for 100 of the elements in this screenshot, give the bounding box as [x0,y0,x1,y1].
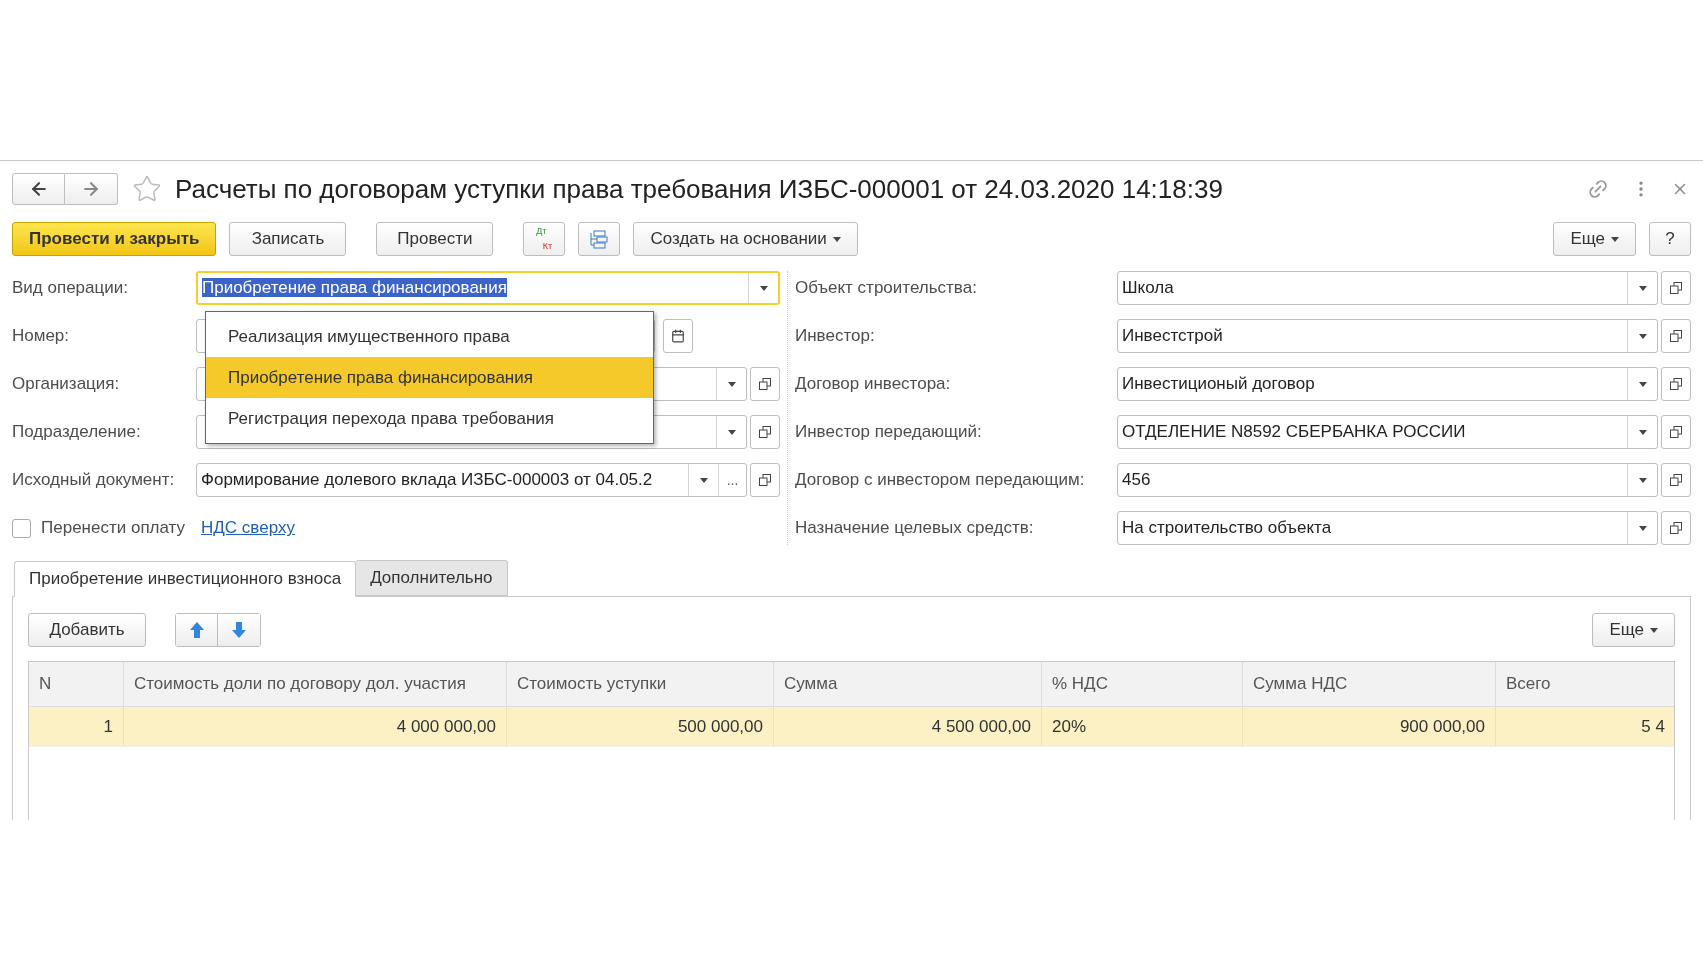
open-button[interactable] [1661,319,1691,353]
table-cell-text: 1 [103,715,113,738]
field-label: Инвестор: [795,326,875,346]
input-field[interactable]: Формирование долевого вклада ИЗБС-000003 от 04.05.2 ... [196,463,747,497]
tab[interactable]: Дополнительно [356,560,508,596]
move-down-button[interactable] [218,614,260,646]
field-label: Вид операции: [12,278,128,298]
input-field[interactable]: 456 [1117,463,1658,497]
field-label: Договор инвестора: [795,374,951,394]
input-field[interactable]: Инвестстрой [1117,319,1658,353]
open-window-icon [1670,426,1682,438]
open-window-icon [1670,330,1682,342]
dropdown-arrow-icon [699,477,708,483]
structure-icon [589,229,610,249]
debit-credit-button[interactable]: Дт Кт [523,222,566,256]
choose-button[interactable]: ... [718,464,746,496]
dropdown-arrow-icon [1638,285,1647,291]
toolbar-button[interactable]: Провести [376,222,494,256]
credit-label: Кт [542,242,553,251]
field-label: Исходный документ: [12,470,175,490]
dropdown-arrow-icon [1638,333,1647,339]
table-cell-text: 5 4 [1641,715,1665,738]
field-value: Инвестстрой [1122,326,1223,346]
input-field[interactable]: Приобретение права финансирования [196,271,780,305]
column-header[interactable]: Стоимость доли по договору дол. участия [134,671,466,697]
open-window-icon [1670,474,1682,486]
table-cell-text: 20% [1052,715,1087,738]
field-label: Договор с инвестором передающим: [795,470,1085,490]
add-button[interactable]: Добавить [28,613,146,647]
open-button[interactable] [1661,367,1691,401]
open-window-icon [759,474,771,486]
vat-link[interactable]: НДС сверху [201,515,295,541]
input-field[interactable]: Инвестиционый договор [1117,367,1658,401]
open-button[interactable] [1661,415,1691,449]
dropdown-option[interactable]: Приобретение права финансирования [206,357,653,398]
structure-button[interactable] [578,222,621,256]
dropdown-arrow-icon [1638,477,1647,483]
field-label: Инвестор передающий: [795,422,982,442]
dropdown-option[interactable]: Реализация имущественного права [206,316,653,357]
field-value: Инвестиционый договор [1122,374,1315,394]
open-button[interactable] [1661,463,1691,497]
open-window-icon [1670,282,1682,294]
open-window-icon [1670,522,1682,534]
more-button[interactable]: Еще [1592,613,1675,647]
field-label: Подразделение: [12,422,141,442]
window-title: Расчеты по договорам уступки права требования ИЗБС-000001 от 24.03.2020 14:18:39 [175,172,1223,206]
open-button[interactable] [1661,511,1691,545]
field-label: Назначение целевых средств: [795,518,1034,538]
input-field[interactable]: Школа [1117,271,1658,305]
field-value: ОТДЕЛЕНИЕ N8592 СБЕРБАНКА РОССИИ [1122,422,1466,442]
input-field[interactable]: ОТДЕЛЕНИЕ N8592 СБЕРБАНКА РОССИИ [1117,415,1658,449]
input-field[interactable]: На строительство объекта [1117,511,1658,545]
dropdown-option[interactable]: Регистрация перехода права требования [206,398,653,439]
table-cell-text: 4 000 000,00 [396,715,496,738]
field-value: 456 [1122,470,1151,490]
debit-label: Дт [536,227,547,236]
dropdown-arrow-icon [727,381,736,387]
dropdown-arrow-icon [832,236,841,242]
field-label: Номер: [12,326,70,346]
column-header[interactable]: Всего [1506,671,1551,697]
field-value: Школа [1122,278,1174,298]
menu-button[interactable]: Еще [1553,222,1636,256]
calendar-button[interactable] [663,319,693,353]
field-label: Объект строительства: [795,278,977,298]
open-button[interactable] [750,463,780,497]
open-window-icon [759,426,771,438]
open-button[interactable] [1661,271,1691,305]
column-header[interactable]: Сумма НДС [1253,671,1348,697]
menu-button[interactable]: Создать на основании [633,222,858,256]
field-label: Организация: [12,374,120,394]
open-window-icon [759,378,771,390]
toolbar-button[interactable]: ? [1649,222,1691,256]
table-cell-text: 900 000,00 [1399,715,1485,738]
checkbox[interactable] [12,518,31,538]
post-and-close-button[interactable]: Провести и закрыть [12,222,217,256]
open-window-icon [1670,378,1682,390]
dropdown-arrow-icon [1638,525,1647,531]
move-up-button[interactable] [176,614,218,646]
dropdown-arrow-icon [1638,429,1647,435]
field-value: Формирование долевого вклада ИЗБС-000003 от 04.05.2 [201,470,653,490]
checkbox-label: Перенести оплату [41,517,186,540]
tab[interactable]: Приобретение инвестиционного взноса [14,561,357,597]
column-header[interactable]: % НДС [1052,671,1108,697]
field-value: Приобретение права финансирования [202,278,507,298]
dropdown-arrow-icon [759,285,768,291]
column-header[interactable]: Стоимость уступки [517,671,667,697]
toolbar-button[interactable]: Записать [229,222,347,256]
dropdown-arrow-icon [1611,236,1619,242]
arrow-down-icon [232,622,246,638]
open-button[interactable] [750,415,780,449]
calendar-icon [671,329,685,343]
favorite-star-icon[interactable] [132,174,162,204]
column-header[interactable]: Сумма [784,671,838,697]
table-cell-text: 4 500 000,00 [931,715,1031,738]
column-header[interactable]: N [39,671,52,697]
dropdown-arrow-icon [1650,627,1658,633]
open-button[interactable] [750,367,780,401]
table-cell-text: 500 000,00 [677,715,763,738]
table-row[interactable]: 1 4 000 000,00 500 000,00 4 500 000,00 20% 900 000,00 5 4 [29,707,1674,747]
back-button[interactable] [12,173,65,205]
